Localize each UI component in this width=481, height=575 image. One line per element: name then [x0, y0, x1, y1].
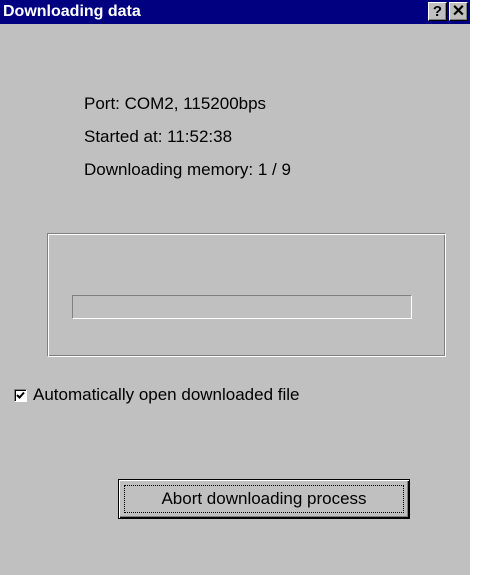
download-dialog: Downloading data ? ✕ Port: COM2, 115200b… [0, 0, 470, 575]
abort-button[interactable]: Abort downloading process [118, 479, 410, 519]
port-info: Port: COM2, 115200bps [84, 94, 267, 113]
close-button[interactable]: ✕ [449, 2, 468, 21]
abort-button-label: Abort downloading process [161, 489, 367, 508]
help-button[interactable]: ? [428, 2, 447, 21]
started-info: Started at: 11:52:38 [84, 127, 233, 146]
close-icon: ✕ [451, 3, 466, 20]
memory-progress-info: Downloading memory: 1 / 9 [84, 160, 291, 179]
title-bar: Downloading data ? ✕ [0, 0, 470, 24]
auto-open-checkbox[interactable] [14, 389, 27, 402]
checkmark-icon [16, 391, 25, 399]
auto-open-label[interactable]: Automatically open downloaded file [33, 385, 300, 405]
window-title: Downloading data [3, 3, 141, 20]
download-progress-bar [72, 295, 412, 319]
help-icon: ? [432, 3, 443, 20]
